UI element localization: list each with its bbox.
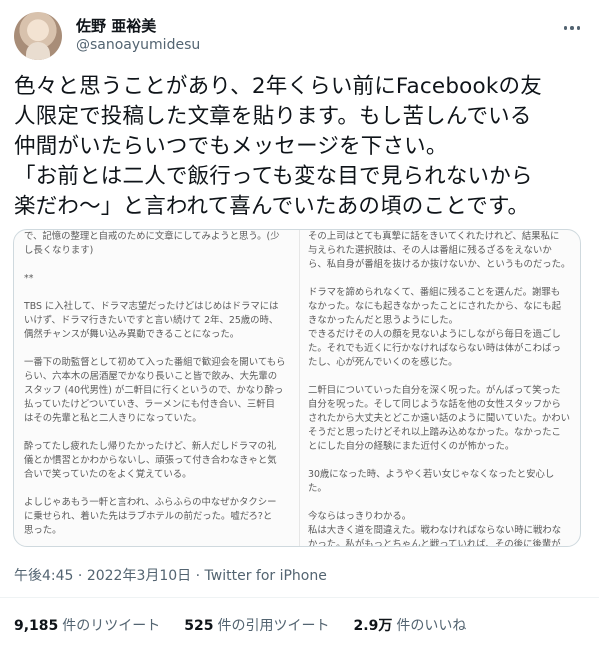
quotes-label: 件の引用ツイート [217,618,330,634]
image-text-line: されたから大丈夫とどこか遠い話のように聞いていた。かわい [308,413,570,424]
quotes-stat[interactable]: 525 件の引用ツイート [184,615,329,635]
likes-count: 2.9万 [353,618,393,634]
image-text-line: いけず、ドラマ行きたいですと言い続けて 2年、25歳の時、 [24,315,279,326]
user-handle[interactable]: @sanoayumidesu [76,37,200,53]
image-text-line [24,258,294,272]
image-text-line: た。 [308,483,327,494]
tweet-stats: 9,185 件のリツイート 525 件の引用ツイート 2.9万 件のいいね [14,615,466,635]
image-column-divider [299,230,300,546]
tweet-meta: 午後4:45 · 2022年3月10日 · Twitter for iPhone [14,565,327,585]
image-text-line: らい、六本木の居酒屋でかなり長いこと皆で飲み、大先輩の [24,371,278,382]
image-text-line: TBS に入社して、ドラマ志望だったけどはじめはドラマには [24,301,279,312]
image-text-line: 今ならはっきりわかる。 [308,511,412,522]
tweet-text-line: 楽だわ〜」と言われて喜んでいたあの頃のことです。 [14,194,530,219]
image-text-line [308,272,576,286]
image-text-line: よしじゃあもう一軒と言われ、ふらふらの中なぜかタクシー [24,497,277,508]
image-text-line: 与えられた選択肢は、その人は番組に残るざるをえないか [308,245,552,256]
image-text-line: ら、私自身が番組を抜けるか抜けないか、というものだった。 [308,259,571,270]
image-text-line: かった。私がもっとちゃんと戦っていれば、その後に後輩が [308,539,561,547]
image-text-line: ** [24,273,34,284]
image-text-left-column: で、記憶の整理と自戒のために文章にしてみようと思う。(少 し長くなります) ** TB… [24,230,294,538]
image-text-line: 二軒目についていった自分を深く呪った。がんばって笑った [308,385,561,396]
meta-separator: · [195,568,201,584]
image-text-line: 思った。 [24,525,62,536]
image-text-line: に乗せられ、着いた先はラブホテルの前だった。嘘だろ?と [24,511,273,522]
tweet-text-line: 仲間がいたらいつでもメッセージを下さい。 [14,134,448,159]
image-text-line [308,454,576,468]
image-text-line: できるだけその人の顔を見ないようにしながら毎日を過ごし [308,329,561,340]
image-text-line: し長くなります) [24,245,94,256]
tweet-text-line: 「お前とは二人で飯行っても変な目で見られないから [14,164,533,189]
image-text-line [24,286,294,300]
image-text-line: ドラマを諦められなくて、番組に残ることを選んだ。謝罪も [308,287,561,298]
quotes-count: 525 [184,618,214,634]
image-text-line [24,482,294,496]
retweets-count: 9,185 [14,618,59,634]
likes-label: 件のいいね [396,618,467,634]
tweet-text-line: 色々と思うことがあり、2年くらい前にFacebookの友 [14,74,542,99]
image-text-line: 私は大きく道を間違えた。戦わなければならない時に戦わな [308,525,562,536]
image-text-line: 偶然チャンスが舞い込み異動できることになった。 [24,329,240,340]
image-text-line: きなかったんだと思うようにした。 [308,315,459,326]
retweets-label: 件のリツイート [62,618,161,634]
image-text-line: 合いで笑っていたのをよく覚えている。 [24,469,192,480]
image-text-line: とにした自分の経験にまた近付くのが怖かった。 [308,441,515,452]
meta-separator: · [77,568,83,584]
image-text-line: 一番下の助監督として初めて入った番組で歓迎会を開いてもら [24,357,286,368]
image-text-line: 酔ってたし疲れたし帰りたかったけど、新人だしドラマの礼 [24,441,277,452]
display-name[interactable]: 佐野 亜裕美 [76,15,156,36]
tweet-time[interactable]: 午後4:45 [14,568,73,584]
image-text-line: 自分を呪った。そして同じような話を他の女性スタッフから [308,399,561,410]
image-text-line: 儀とか慣習とかわからないし、頑張って付き合わなきゃと気 [24,455,277,466]
tweet-text-line: 人限定で投稿した文章を貼ります。もし苦しんでいる [14,104,532,129]
image-text-right-column: その上司はとても真摯に話をきいてくれたけれど、結果私に 与えられた選択肢は、その人… [308,230,576,547]
tweet-text: 色々と思うことがあり、2年くらい前にFacebookの友 人限定で投稿した文章を… [14,72,589,222]
tweet-date[interactable]: 2022年3月10日 [87,568,191,584]
image-text-line: で、記憶の整理と自戒のために文章にしてみようと思う。(少 [24,231,280,242]
image-text-line: 30歳になった時、ようやく若い女じゃなくなったと安心し [308,469,555,480]
image-text-line: はその先輩と私と二人きりになっていた。 [24,413,202,424]
more-options-icon[interactable] [558,18,586,38]
tweet-source[interactable]: Twitter for iPhone [205,568,327,584]
image-text-line: なかった。なにも起きなかったことにされたから、なにも起 [308,301,561,312]
image-text-line [308,496,576,510]
image-text-line: たし、心が死んでいくのを感じた。 [308,357,458,368]
image-text-line [24,342,294,356]
tweet-header: 佐野 亜裕美 @sanoayumidesu [14,12,586,60]
image-text-line [308,370,576,384]
image-text-line: その上司はとても真摯に話をきいてくれたけれど、結果私に [308,231,560,242]
image-text-line: た。それでも近くに行かなければならない時は体がこわばっ [308,343,561,354]
attached-image[interactable]: で、記憶の整理と自戒のために文章にしてみようと思う。(少 し長くなります) ** TB… [13,229,581,547]
image-text-line: そうだと思ったけどそれ以上踏み込めなかった。なかったこ [308,427,561,438]
image-text-line: スタッフ (40代男性) が二軒目に行くというので、かなり酔っ [24,385,284,396]
retweets-stat[interactable]: 9,185 件のリツイート [14,615,160,635]
image-text-line [24,426,294,440]
likes-stat[interactable]: 2.9万 件のいいね [354,615,467,635]
avatar[interactable] [14,12,62,60]
image-text-line: 払っていたけどついていき、ラーメンにも付き合い、三軒目 [24,399,276,410]
divider [0,597,599,598]
